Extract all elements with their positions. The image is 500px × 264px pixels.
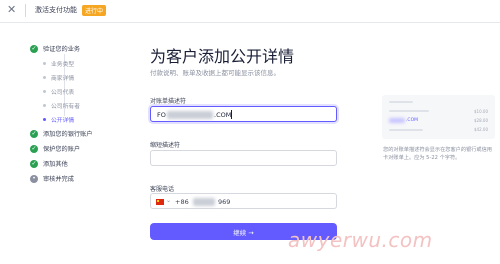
step-verify-business[interactable]: ✓ 验证您的业务 [30,44,80,53]
statement-descriptor-field[interactable]: FO .COM [150,106,337,122]
substep-company-rep[interactable]: 公司代表 [51,87,74,96]
country-code: +86 [175,198,189,206]
substep-marker [43,104,46,107]
close-icon[interactable]: ✕ [7,4,17,15]
statement-descriptor-prefix: FO [157,111,166,119]
substep-company-owners[interactable]: 公司所有者 [51,101,80,110]
chevron-down-icon[interactable]: ⌄ [166,197,171,204]
support-phone-field[interactable]: ⌄ +86 969 [150,193,337,209]
short-descriptor-label: 缩短描述符 [150,142,181,149]
preview-line [389,110,429,112]
check-circle-icon: ✓ [30,144,38,153]
short-descriptor-field[interactable] [150,150,337,166]
pending-circle-icon: • [30,174,38,183]
step-label: 添加您的银行账户 [43,131,93,138]
substep-public-details[interactable]: 公开详情 [51,115,74,124]
page-title: 为客户添加公开详情 [150,47,295,66]
preview-statement-snippet: .COM [406,118,418,123]
step-label: 验证您的业务 [43,46,81,53]
preview-amount: $42.00 [474,127,488,132]
substep-merchant-details[interactable]: 商家详情 [51,73,74,82]
statement-descriptor-label: 对账单描述符 [150,98,187,105]
check-circle-icon: ✓ [30,129,38,138]
statement-descriptor-suffix: .COM [214,111,232,119]
page-description: 付款说明、账单及收据上都可能显示该信息。 [150,69,280,77]
substep-marker-active [43,118,46,121]
substep-marker [43,76,46,79]
redacted-text [389,118,405,123]
substep-marker [43,62,46,65]
step-review[interactable]: • 审核并完成 [30,174,74,183]
check-circle-icon: ✓ [30,44,38,53]
step-label: 保护您的账户 [43,146,81,153]
statement-preview: $10.00 .COM $28.00 $42.00 [382,95,495,139]
substep-marker [43,90,46,93]
top-bar: ✕ 激活支付功能 进行中 [0,0,500,23]
divider [25,4,26,17]
text-cursor [231,110,232,119]
preview-amount: $10.00 [474,109,488,114]
watermark: awyerwu.com [288,228,433,252]
preview-line [389,101,413,103]
descriptor-hint: 您的对账单描述符会显示在您客户的银行或信用卡对账单上。应为 5-22 个字符。 [383,147,492,161]
redacted-text [167,111,213,119]
step-bank-account[interactable]: ✓ 添加您的银行账户 [30,129,93,138]
check-circle-icon: ✓ [30,159,38,168]
page-heading: 激活支付功能 [35,6,77,14]
support-phone-label: 客服电话 [150,186,175,193]
china-flag-icon[interactable] [156,199,164,205]
preview-line [389,129,423,131]
step-label: 添加其他 [43,161,68,168]
step-protect-account[interactable]: ✓ 保护您的账户 [30,144,80,153]
redacted-text [193,198,215,206]
substep-business-type[interactable]: 业务类型 [51,59,74,68]
step-label: 审核并完成 [43,176,74,183]
phone-tail: 969 [218,198,231,206]
step-add-other[interactable]: ✓ 添加其他 [30,159,68,168]
status-badge: 进行中 [82,5,107,16]
short-descriptor-input[interactable] [157,154,327,162]
preview-amount: $28.00 [474,118,488,123]
